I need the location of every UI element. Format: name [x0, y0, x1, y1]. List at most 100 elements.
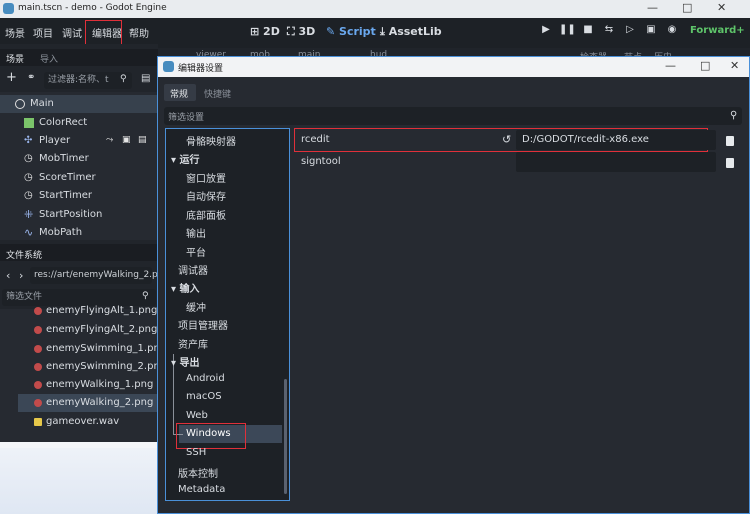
revert-icon[interactable]: ↺ — [502, 133, 511, 146]
colorrect-icon — [24, 118, 34, 128]
category-item[interactable]: 骨骼映射器 — [186, 133, 236, 148]
menu-scene[interactable]: 场景 — [5, 25, 25, 40]
dialog-title: 编辑器设置 — [178, 64, 224, 74]
image-file-icon — [34, 345, 42, 353]
category-item[interactable]: macOS — [186, 391, 222, 402]
tab-filesystem[interactable]: 文件系统 — [6, 248, 42, 261]
back-icon[interactable]: ‹ — [6, 269, 10, 282]
tab-shortcuts[interactable]: 快捷键 — [204, 87, 231, 100]
mode-3d[interactable]: ⛶ 3D — [287, 25, 315, 39]
desktop-background — [0, 442, 157, 514]
minimize-icon[interactable]: — — [665, 59, 676, 72]
settings-filter-placeholder: 筛选设置 — [168, 113, 205, 123]
tree-node-mobtimer[interactable]: ◷ MobTimer — [0, 150, 158, 168]
movie-maker-icon[interactable]: ◉ — [664, 24, 680, 35]
node-circle-icon — [15, 99, 25, 109]
category-section[interactable]: ▾ 运行 — [171, 151, 200, 166]
mode-assetlib[interactable]: ⤓ AssetLib — [380, 25, 442, 39]
image-file-icon — [34, 399, 42, 407]
menu-debug[interactable]: 调试 — [62, 25, 82, 40]
dialog-title-bar: 编辑器设置 — □ ✕ — [158, 57, 749, 77]
tree-node-label: StartPosition — [39, 209, 103, 220]
mode-script[interactable]: ✎ Script — [326, 25, 376, 38]
attached-script-icon[interactable]: ▤ — [138, 135, 147, 145]
category-item[interactable]: Metadata — [178, 484, 225, 495]
mode-3d-label: 3D — [298, 25, 316, 38]
category-item[interactable]: 调试器 — [178, 262, 208, 277]
category-scrollbar[interactable] — [284, 379, 287, 494]
main-menu-bar: 场景 项目 调试 编辑器 帮助 ⊞ 2D ⛶ 3D ✎ Script ⤓ Ass… — [0, 18, 750, 45]
category-item[interactable]: 项目管理器 — [178, 317, 228, 332]
prop-signtool-value[interactable] — [516, 152, 716, 172]
mode-2d[interactable]: ⊞ 2D — [250, 25, 280, 38]
menu-project[interactable]: 项目 — [33, 25, 53, 40]
file-browse-icon[interactable] — [726, 158, 734, 168]
prop-rcedit-label: rcedit — [301, 134, 330, 145]
file-item[interactable]: enemyFlyingAlt_2.png — [18, 321, 158, 339]
file-item-selected[interactable]: enemyWalking_2.png — [18, 394, 158, 412]
category-item[interactable]: Web — [186, 410, 208, 421]
tree-node-player[interactable]: ✣ Player ⤳ ▣ ▤ — [0, 132, 158, 150]
audio-file-icon — [34, 418, 42, 426]
renderer-select[interactable]: Forward+ — [690, 25, 745, 36]
filesystem-path-input[interactable]: res://art/enemyWalking_2.p — [30, 267, 158, 284]
file-item[interactable]: enemyFlyingAlt_1.png — [18, 302, 158, 320]
tab-scene[interactable]: 场景 — [6, 52, 24, 65]
file-item[interactable]: enemySwimming_2.png — [18, 358, 166, 376]
category-section[interactable]: ▾ 导出 — [171, 354, 200, 369]
category-item[interactable]: 自动保存 — [186, 188, 226, 203]
link-icon[interactable]: ⚭ — [27, 72, 35, 83]
play-current-scene-icon[interactable]: ▷ — [622, 24, 638, 35]
mode-assetlib-label: AssetLib — [388, 25, 442, 38]
tree-node-colorrect[interactable]: ColorRect — [0, 114, 158, 132]
tree-node-label: Player — [39, 135, 71, 146]
file-item[interactable]: enemyWalking_1.png — [18, 376, 158, 394]
category-item[interactable]: 缓冲 — [186, 299, 206, 314]
menu-help[interactable]: 帮助 — [129, 25, 149, 40]
category-item[interactable]: 版本控制 — [178, 465, 218, 480]
category-section[interactable]: ▾ 输入 — [171, 280, 200, 295]
file-item[interactable]: enemySwimming_1.png — [18, 340, 166, 358]
category-item[interactable]: 资产库 — [178, 336, 208, 351]
category-item[interactable]: Android — [186, 373, 225, 384]
pause-icon[interactable]: ❚❚ — [559, 24, 576, 35]
maximize-icon[interactable]: □ — [682, 1, 692, 14]
signal-icon[interactable]: ⤳ — [106, 135, 113, 145]
path2d-icon: ∿ — [24, 226, 34, 239]
category-section-label: 运行 — [179, 155, 200, 166]
tree-node-scoretimer[interactable]: ◷ ScoreTimer — [0, 169, 158, 187]
scene-filter-input[interactable]: 过滤器:名称、t — [44, 72, 132, 89]
remote-debug-icon[interactable]: ⇆ — [601, 24, 617, 35]
settings-filter-input[interactable]: 筛选设置 ⚲ — [164, 107, 742, 125]
area2d-icon: ✣ — [24, 135, 33, 146]
file-browse-icon[interactable] — [726, 136, 734, 146]
prop-rcedit-value[interactable]: D:/GODOT/rcedit-x86.exe — [516, 130, 716, 150]
tree-node-main[interactable]: Main — [0, 95, 158, 113]
maximize-icon[interactable]: □ — [700, 59, 710, 72]
script-icon[interactable]: ▤ — [141, 73, 150, 84]
stop-icon[interactable]: ■ — [580, 24, 596, 35]
search-icon: ⚲ — [142, 291, 149, 301]
file-item[interactable]: gameover.wav — [18, 413, 158, 431]
add-node-icon[interactable]: + — [6, 70, 17, 85]
forward-icon[interactable]: › — [19, 269, 23, 282]
minimize-icon[interactable]: — — [647, 1, 658, 14]
category-item[interactable]: 底部面板 — [186, 207, 226, 222]
category-item[interactable]: 窗口放置 — [186, 170, 226, 185]
play-icon[interactable]: ▶ — [538, 24, 554, 35]
tree-node-label: ColorRect — [39, 117, 88, 128]
tree-node-startposition[interactable]: ⁜ StartPosition — [0, 206, 158, 224]
close-icon[interactable]: ✕ — [730, 59, 739, 72]
play-custom-scene-icon[interactable]: ▣ — [643, 24, 659, 35]
tree-node-mobpath[interactable]: ∿ MobPath — [0, 224, 158, 242]
category-item[interactable]: 平台 — [186, 244, 206, 259]
open-scene-icon[interactable]: ▣ — [122, 135, 131, 145]
file-label: enemySwimming_1.png — [46, 343, 167, 354]
category-item[interactable]: 输出 — [186, 225, 206, 240]
settings-category-list: 骨骼映射器 ▾ 运行 窗口放置 自动保存 底部面板 输出 平台 调试器 ▾ 输入… — [165, 128, 290, 501]
tab-import[interactable]: 导入 — [40, 52, 58, 65]
tree-node-starttimer[interactable]: ◷ StartTimer — [0, 187, 158, 205]
category-item[interactable]: SSH — [186, 447, 206, 458]
tab-general[interactable]: 常规 — [170, 87, 188, 100]
close-icon[interactable]: ✕ — [717, 1, 726, 14]
